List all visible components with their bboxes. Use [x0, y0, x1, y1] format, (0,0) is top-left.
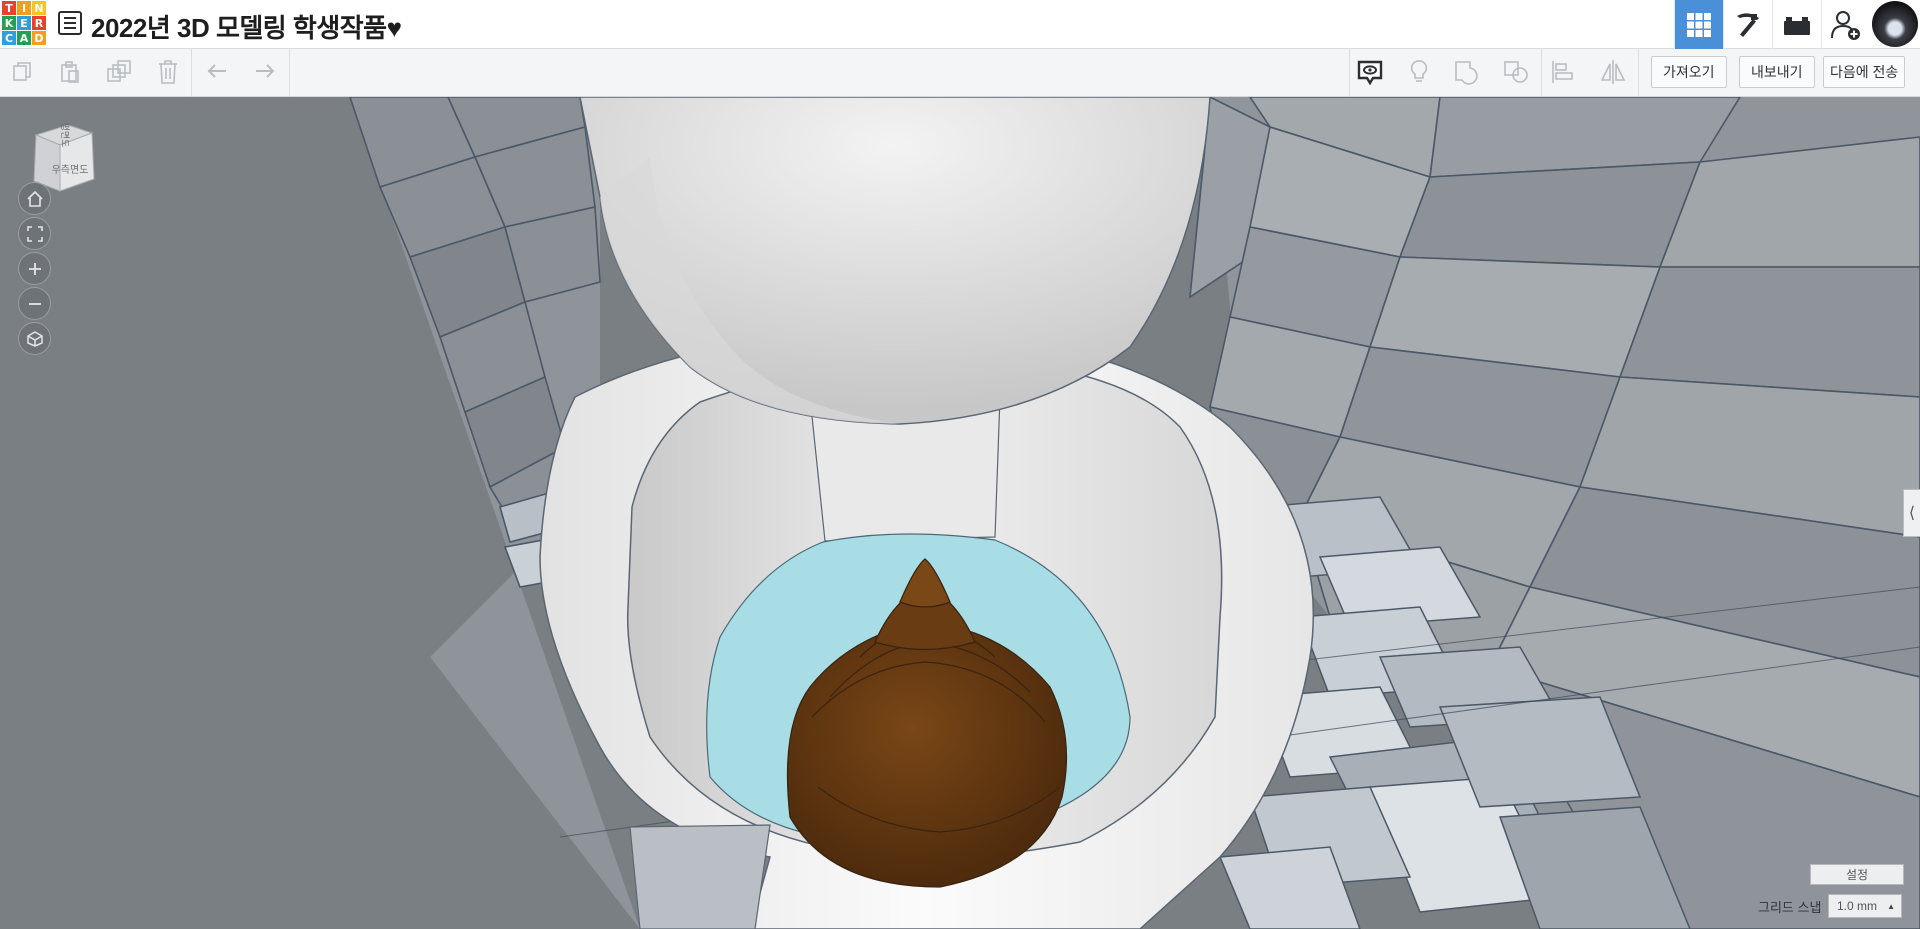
- panel-collapse-tab[interactable]: ⟨: [1903, 489, 1920, 537]
- copy-icon: [13, 62, 31, 81]
- duplicate-button[interactable]: [104, 57, 134, 87]
- copy-button[interactable]: [8, 57, 38, 87]
- perspective-icon: [26, 330, 43, 347]
- toolbar-divider: [191, 49, 192, 97]
- paste-icon: [61, 61, 79, 83]
- top-bar: T I N K E R C A D 2022년 3D 모델링 학생작품♥: [0, 0, 1920, 49]
- align-button[interactable]: [1548, 57, 1578, 87]
- undo-icon: [207, 64, 226, 78]
- logo-letter: D: [32, 31, 46, 45]
- zoom-in-icon: [28, 262, 41, 275]
- toolbar-divider: [1638, 49, 1639, 97]
- duplicate-icon: [107, 60, 131, 82]
- home-view-button[interactable]: [18, 182, 51, 215]
- zoom-out-button[interactable]: [18, 287, 51, 320]
- import-button[interactable]: 가져오기: [1651, 56, 1727, 88]
- fit-view-icon: [26, 225, 43, 242]
- design-list-icon[interactable]: [58, 11, 82, 35]
- add-user-icon: [1831, 10, 1860, 40]
- logo-letter: C: [2, 31, 16, 45]
- 3d-scene[interactable]: [0, 97, 1920, 929]
- view-cube-top-label: 평면도: [59, 123, 70, 148]
- logo-letter: R: [32, 16, 46, 30]
- grid-snap-select[interactable]: 1.0 mm ▲: [1828, 894, 1902, 918]
- logo-letter: I: [17, 1, 31, 15]
- project-title[interactable]: 2022년 3D 모델링 학생작품♥: [91, 8, 402, 45]
- delete-icon: [159, 60, 177, 84]
- export-button[interactable]: 내보내기: [1739, 56, 1815, 88]
- delete-button[interactable]: [153, 57, 183, 87]
- group-icon: [1455, 61, 1478, 85]
- logo-letter: K: [2, 16, 16, 30]
- fit-view-button[interactable]: [18, 217, 51, 250]
- toolbar-divider: [1541, 49, 1542, 97]
- logo-letter: T: [2, 1, 16, 15]
- redo-button[interactable]: [249, 57, 279, 87]
- chevron-left-icon: ⟨: [1908, 505, 1916, 522]
- logo-letter: E: [17, 16, 31, 30]
- view-cube-front-label: 우측면도: [52, 164, 89, 176]
- edit-toolbar: 가져오기 내보내기 다음에 전송: [0, 49, 1920, 97]
- invite-user-button[interactable]: [1821, 0, 1870, 49]
- undo-button[interactable]: [203, 57, 233, 87]
- align-icon: [1552, 61, 1573, 83]
- pickaxe-icon: [1737, 12, 1759, 37]
- notes-icon: [1357, 60, 1383, 86]
- logo-letter: N: [32, 1, 46, 15]
- user-avatar[interactable]: [1872, 1, 1918, 47]
- brick-view-button[interactable]: [1772, 0, 1821, 49]
- settings-button[interactable]: 설정: [1810, 864, 1904, 885]
- grid-snap-value: 1.0 mm: [1837, 899, 1878, 913]
- lightbulb-icon: [1410, 60, 1428, 82]
- show-all-button[interactable]: [1404, 57, 1434, 87]
- toolbar-divider: [289, 49, 290, 97]
- send-to-button[interactable]: 다음에 전송: [1823, 56, 1906, 88]
- top-right-controls: [1674, 0, 1920, 49]
- 3d-design-view-button[interactable]: [1674, 0, 1723, 49]
- zoom-out-icon: [28, 302, 41, 305]
- mirror-icon: [1600, 60, 1626, 84]
- toolbar-divider: [1349, 49, 1350, 97]
- brick-icon: [1784, 16, 1810, 35]
- caret-up-icon: ▲: [1887, 901, 1895, 911]
- mirror-button[interactable]: [1598, 57, 1628, 87]
- ungroup-icon: [1504, 61, 1528, 83]
- group-button[interactable]: [1452, 57, 1482, 87]
- paste-button[interactable]: [55, 57, 85, 87]
- ungroup-button[interactable]: [1501, 57, 1531, 87]
- notes-button[interactable]: [1355, 57, 1385, 87]
- 3d-workspace[interactable]: 평면도 우측면도 ⟨ 설정 그리드 스냅 1.0 mm ▲: [0, 97, 1920, 929]
- redo-icon: [256, 64, 275, 78]
- perspective-button[interactable]: [18, 322, 51, 355]
- grid-snap-label: 그리드 스냅: [1758, 900, 1822, 915]
- zoom-in-button[interactable]: [18, 252, 51, 285]
- tinkercad-logo[interactable]: T I N K E R C A D: [2, 1, 46, 45]
- logo-letter: A: [17, 31, 31, 45]
- grid-icon: [1687, 12, 1711, 37]
- home-icon: [26, 190, 43, 207]
- minecraft-view-button[interactable]: [1723, 0, 1772, 49]
